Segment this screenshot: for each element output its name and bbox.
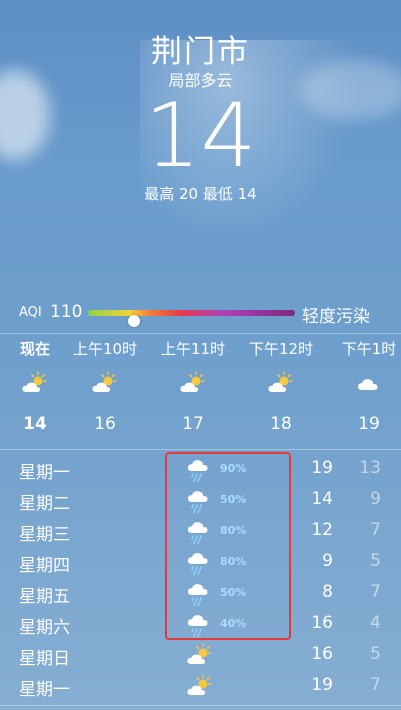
- day-low: 7: [370, 675, 381, 695]
- current-temperature: 14: [144, 84, 257, 187]
- day-high: 19: [311, 458, 333, 478]
- day-name: 星期一: [19, 463, 70, 483]
- partly-sunny-icon: [186, 674, 216, 700]
- partly-sunny-icon: [65, 360, 145, 406]
- hour-temperature: 19: [358, 414, 380, 434]
- partly-sunny-icon: [153, 360, 233, 406]
- day-low: 5: [370, 551, 381, 571]
- daily-row[interactable]: 星期一 19 7: [0, 671, 401, 702]
- day-high: 16: [311, 613, 333, 633]
- hour-time: 上午11时: [160, 340, 226, 358]
- partly-sunny-icon: [186, 643, 216, 669]
- hour-column: 现在 14: [0, 338, 75, 434]
- day-high: 14: [311, 489, 333, 509]
- aqi-value: 110: [50, 302, 83, 322]
- day-name: 星期五: [19, 587, 70, 607]
- aqi-description: 轻度污染: [302, 307, 370, 327]
- day-low: 7: [370, 520, 381, 540]
- high-low-temperature: 最高 20 最低 14: [144, 185, 257, 203]
- divider: [0, 705, 401, 706]
- hour-temperature: 16: [94, 414, 116, 434]
- aqi-indicator: [127, 315, 140, 327]
- day-high: 19: [311, 675, 333, 695]
- day-high: 8: [322, 582, 333, 602]
- hour-temperature: 17: [182, 414, 204, 434]
- hour-time: 下午12时: [248, 340, 314, 358]
- divider: [0, 333, 401, 334]
- hour-time: 现在: [19, 340, 50, 358]
- aqi-scale-bar: [88, 310, 295, 327]
- hour-temperature: 18: [270, 414, 292, 434]
- hour-column: 上午10时 16: [65, 338, 145, 434]
- day-name: 星期日: [19, 649, 70, 669]
- day-low: 9: [370, 489, 381, 509]
- hourly-forecast[interactable]: 现在 14 上午10时 16 上午11时 17 下午12时 18 下午1时 19: [0, 338, 401, 448]
- aqi-row[interactable]: AQI 110 轻度污染: [0, 302, 401, 327]
- hour-time: 下午1时: [341, 340, 397, 358]
- partly-sunny-icon: [241, 360, 321, 406]
- highlight-box: [165, 452, 291, 640]
- day-low: 4: [370, 613, 381, 633]
- city-name: 荆门市: [151, 34, 250, 70]
- day-name: 星期二: [19, 494, 70, 514]
- day-low: 13: [359, 458, 381, 478]
- divider: [0, 449, 401, 450]
- daily-row[interactable]: 星期日 16 5: [0, 640, 401, 671]
- day-low: 5: [370, 644, 381, 664]
- day-high: 16: [311, 644, 333, 664]
- day-name: 星期三: [19, 525, 70, 545]
- day-high: 9: [322, 551, 333, 571]
- cloud-icon: [329, 360, 401, 406]
- hour-time: 上午10时: [72, 340, 138, 358]
- day-high: 12: [311, 520, 333, 540]
- hour-temperature: 14: [23, 414, 47, 434]
- aqi-label: AQI: [19, 305, 42, 320]
- hour-column: 下午1时 19: [329, 338, 401, 434]
- day-name: 星期一: [19, 680, 70, 700]
- partly-sunny-icon: [0, 360, 75, 406]
- day-low: 7: [370, 582, 381, 602]
- day-name: 星期六: [19, 618, 70, 638]
- hour-column: 下午12时 18: [241, 338, 321, 434]
- hour-column: 上午11时 17: [153, 338, 233, 434]
- day-name: 星期四: [19, 556, 70, 576]
